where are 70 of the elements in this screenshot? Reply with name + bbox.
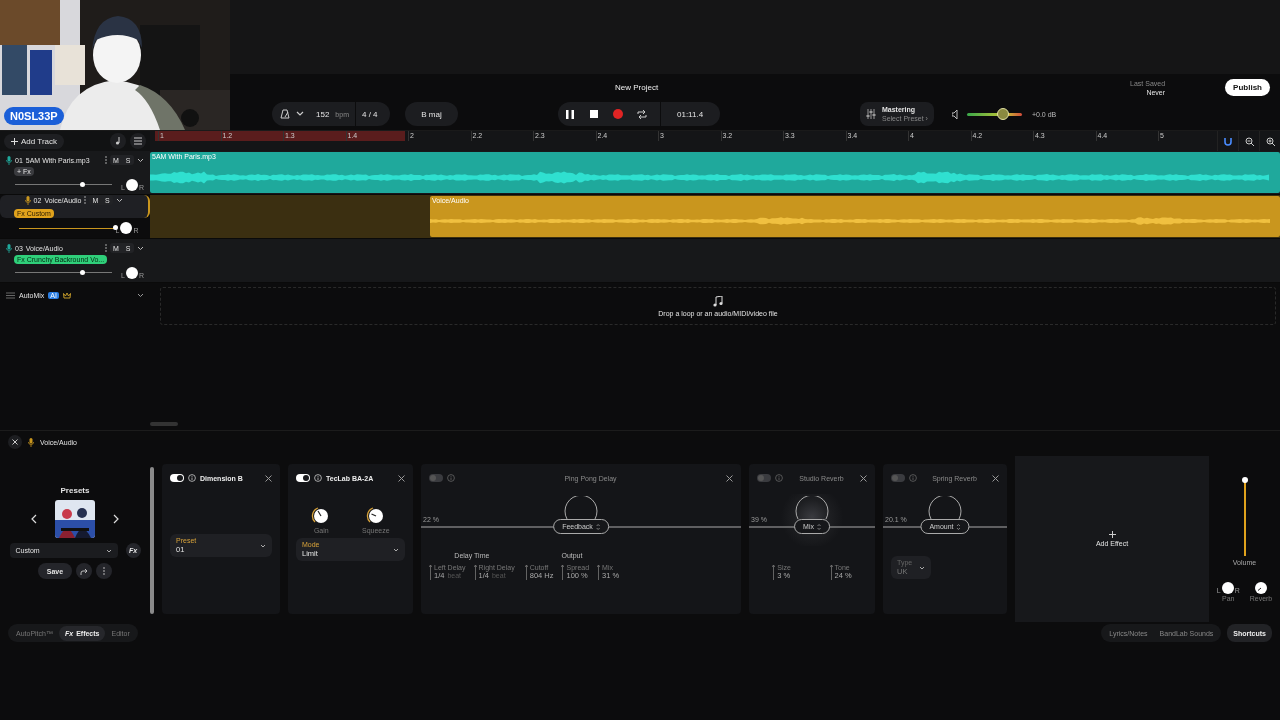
- crown-icon: [62, 291, 71, 299]
- close-icon[interactable]: [8, 435, 22, 449]
- time-display: 01:11.4: [660, 102, 704, 126]
- dial-arc-icon[interactable]: [564, 496, 598, 519]
- tracks-icon[interactable]: [130, 133, 146, 149]
- automix-icon: [6, 291, 15, 299]
- close-icon[interactable]: [265, 474, 272, 482]
- publish-button[interactable]: Publish: [1225, 79, 1270, 96]
- pan-knob[interactable]: [125, 178, 138, 191]
- chevron-down-icon[interactable]: [260, 543, 266, 548]
- chevron-down-icon[interactable]: [116, 197, 124, 203]
- param-slider-icon[interactable]: [473, 564, 477, 580]
- chevron-down-icon[interactable]: [137, 292, 144, 298]
- close-icon[interactable]: [726, 474, 733, 482]
- param-slider-icon[interactable]: [524, 564, 528, 580]
- pan-knob[interactable]: [1221, 582, 1234, 594]
- more-icon[interactable]: [96, 563, 113, 579]
- pan-knob[interactable]: [120, 222, 133, 234]
- plus-icon[interactable]: [1108, 531, 1116, 538]
- effect-toggle[interactable]: [891, 474, 905, 482]
- close-icon[interactable]: [860, 474, 867, 482]
- chevron-down-icon[interactable]: [296, 111, 304, 117]
- effect-toggle[interactable]: [429, 474, 443, 482]
- chevron-down-icon[interactable]: [105, 548, 112, 553]
- tempo-value[interactable]: 152: [316, 109, 330, 119]
- chevron-down-icon[interactable]: [137, 157, 144, 163]
- close-icon[interactable]: [992, 474, 999, 482]
- reverb-knob[interactable]: [1254, 582, 1267, 594]
- param-slider-icon[interactable]: [561, 564, 565, 580]
- project-title: New Project: [615, 83, 659, 92]
- speaker-icon[interactable]: [951, 109, 961, 119]
- time-signature[interactable]: 4 / 4: [362, 109, 378, 119]
- slider-thumb[interactable]: [996, 107, 1009, 120]
- knob[interactable]: [365, 506, 386, 526]
- add-track-button[interactable]: Add Track: [4, 133, 64, 149]
- up-down-icon[interactable]: [956, 523, 961, 530]
- up-down-icon[interactable]: [595, 523, 600, 530]
- param-slider-icon[interactable]: [597, 564, 601, 580]
- slider-thumb[interactable]: [80, 181, 86, 187]
- pan-knob[interactable]: [125, 266, 138, 279]
- name-tag: N0SL33P: [4, 107, 64, 125]
- scrollbar[interactable]: [150, 422, 178, 426]
- effect-toggle[interactable]: [757, 474, 771, 482]
- dial-arc-icon[interactable]: [795, 496, 829, 519]
- effect-toggle[interactable]: [296, 474, 310, 482]
- next-icon[interactable]: [113, 514, 119, 524]
- mixer-sliders-icon[interactable]: [866, 109, 876, 119]
- note-icon[interactable]: [110, 133, 126, 149]
- previous-icon[interactable]: [31, 514, 37, 524]
- fader-thumb[interactable]: [1241, 477, 1248, 483]
- slider-thumb[interactable]: [80, 269, 86, 275]
- close-icon[interactable]: [398, 474, 405, 482]
- slider-thumb[interactable]: [113, 225, 118, 230]
- loop-region[interactable]: [155, 131, 405, 141]
- chevron-down-icon[interactable]: [137, 245, 144, 251]
- chevron-down-icon[interactable]: [393, 547, 399, 552]
- share-icon[interactable]: [76, 563, 93, 579]
- param-slider-icon[interactable]: [429, 564, 432, 580]
- metronome-icon[interactable]: [280, 109, 290, 119]
- chevron-down-icon[interactable]: [919, 565, 925, 570]
- dial-arc-icon[interactable]: [928, 496, 962, 519]
- effect-toggle[interactable]: [170, 474, 184, 482]
- param-slider-icon[interactable]: [829, 564, 833, 580]
- key-button[interactable]: B maj: [405, 102, 458, 126]
- microphone-icon: [28, 437, 34, 447]
- more-icon[interactable]: [84, 196, 87, 204]
- presets-title: Presets: [60, 486, 90, 495]
- plus-icon[interactable]: [11, 137, 18, 145]
- param-slider-icon[interactable]: [772, 564, 776, 580]
- music-note-icon: [712, 295, 724, 307]
